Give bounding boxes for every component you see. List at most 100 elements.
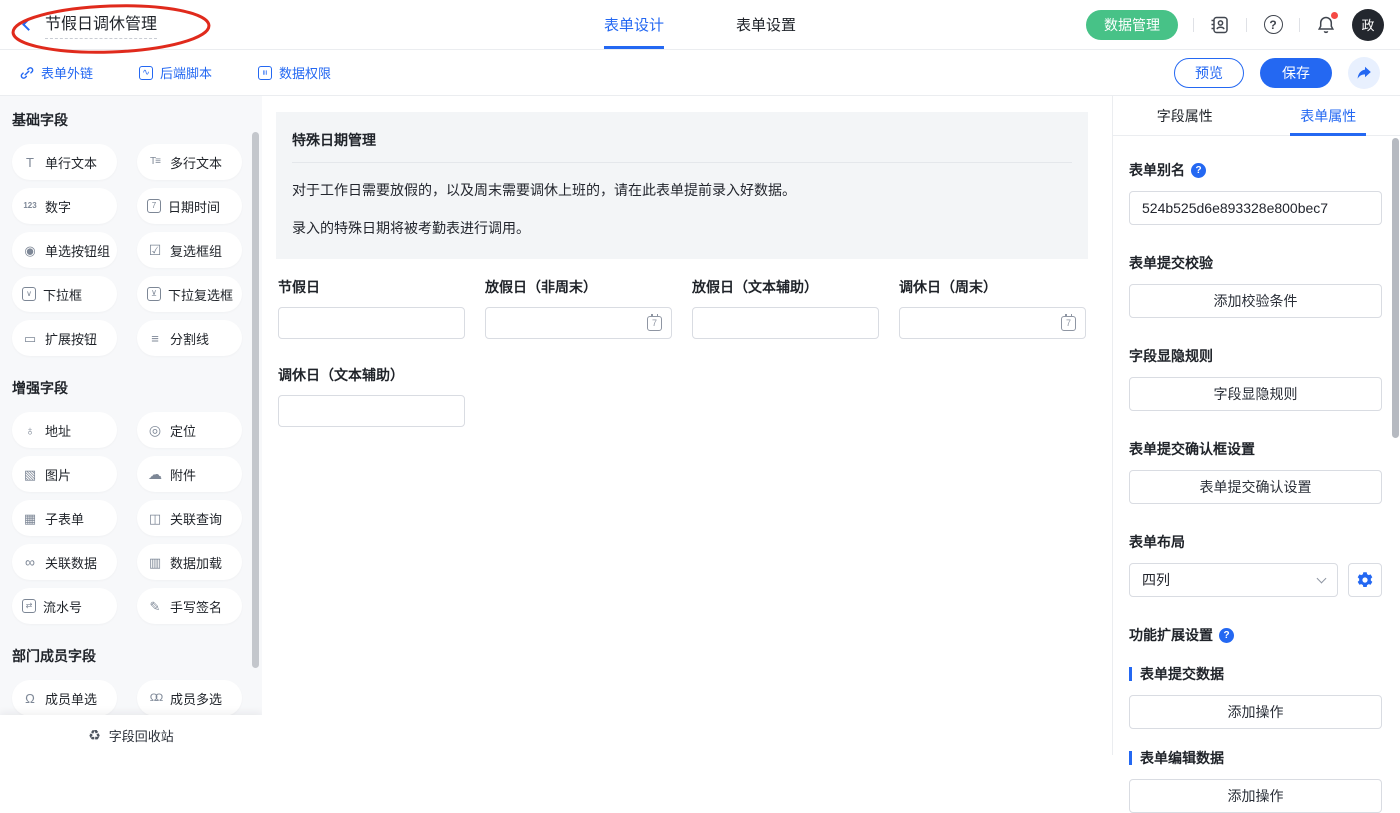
save-button[interactable]: 保存 xyxy=(1260,58,1332,88)
field-pill-label: 分割线 xyxy=(170,329,209,348)
sidebar-pill-grid: ♁地址 ◎定位 ▧图片 ☁附件 ▦子表单 ◫关联查询 ∞关联数据 ▥ 数据加载 ⇄流水号 ✎手写签名 xyxy=(12,412,250,624)
form-field-label: 放假日（文本辅助） xyxy=(692,277,879,297)
field-pill-subform[interactable]: ▦子表单 xyxy=(12,500,117,536)
field-recycle-bin[interactable]: ♻ 字段回收站 xyxy=(0,715,262,755)
tab-form-design[interactable]: 表单设计 xyxy=(604,0,664,49)
tab-form-settings[interactable]: 表单设置 xyxy=(736,0,796,49)
checkbox-group-icon: ☑ xyxy=(147,243,163,257)
contacts-icon[interactable] xyxy=(1209,14,1231,36)
field-pill-checkbox-group[interactable]: ☑ 复选框组 xyxy=(137,232,242,268)
field-pill-number[interactable]: 123数字 xyxy=(12,188,117,224)
data-permission-link[interactable]: ≡ 数据权限 xyxy=(258,63,331,82)
text-input[interactable] xyxy=(278,307,465,339)
sub-label-text: 表单编辑数据 xyxy=(1140,748,1224,768)
field-pill-label: 附件 xyxy=(170,465,196,484)
field-pill-single-line-text[interactable]: T单行文本 xyxy=(12,144,117,180)
help-icon[interactable]: ? xyxy=(1191,163,1206,178)
gear-icon xyxy=(1356,571,1374,589)
form-section-title: 特殊日期管理 xyxy=(292,126,1072,163)
panel-body: 表单别名 ? 524b525d6e893328e800bec7 表单提交校验 添… xyxy=(1113,136,1400,813)
form-alias-section: 表单别名 ? xyxy=(1129,160,1382,180)
tab-form-properties[interactable]: 表单属性 xyxy=(1257,96,1400,135)
data-permission-icon: ≡ xyxy=(258,66,272,80)
back-chevron-icon[interactable] xyxy=(22,18,35,31)
field-pill-member-multi[interactable]: ΩΩ成员多选 xyxy=(137,680,242,716)
form-description-block[interactable]: 特殊日期管理 对于工作日需要放假的，以及周末需要调休上班的，请在此表单提前录入好… xyxy=(276,112,1088,259)
sidebar-scrollbar[interactable] xyxy=(252,132,259,668)
help-icon[interactable]: ? xyxy=(1219,628,1234,643)
field-pill-extend-button[interactable]: ▭扩展按钮 xyxy=(12,320,117,356)
visibility-rules-button[interactable]: 字段显隐规则 xyxy=(1129,377,1382,411)
field-pill-divider[interactable]: ≡分割线 xyxy=(137,320,242,356)
field-pill-linked-data[interactable]: ∞关联数据 xyxy=(12,544,117,580)
topbar-right: 数据管理 ? 政 xyxy=(1086,9,1384,41)
panel-scrollbar[interactable] xyxy=(1392,138,1399,438)
field-pill-label: 复选框组 xyxy=(170,241,222,260)
share-button[interactable] xyxy=(1348,57,1380,89)
datetime-icon: 7 xyxy=(147,199,161,213)
field-pill-datetime[interactable]: 7 日期时间 xyxy=(137,188,242,224)
date-input[interactable]: 7 xyxy=(899,307,1086,339)
signature-pen-icon: ✎ xyxy=(147,600,163,613)
help-icon[interactable]: ? xyxy=(1262,14,1284,36)
add-submit-action-button[interactable]: 添加操作 xyxy=(1129,695,1382,729)
field-pill-label: 数据加载 xyxy=(170,553,222,572)
form-field-label: 调休日（周末） xyxy=(899,277,1086,297)
form-description-line: 对于工作日需要放假的，以及周末需要调休上班的，请在此表单提前录入好数据。 xyxy=(292,180,1072,201)
layout-select[interactable]: 四列 xyxy=(1129,563,1338,597)
field-pill-image[interactable]: ▧图片 xyxy=(12,456,117,492)
field-pill-label: 定位 xyxy=(170,421,196,440)
field-pill-multi-line-text[interactable]: T≡多行文本 xyxy=(137,144,242,180)
field-pill-label: 子表单 xyxy=(45,509,84,528)
field-pill-address-pin[interactable]: ♁地址 xyxy=(12,412,117,448)
field-pill-attachment-cloud[interactable]: ☁附件 xyxy=(137,456,242,492)
sidebar-groups: 基础字段T单行文本T≡多行文本123数字7日期时间◉单选按钮组☑复选框组∨下拉框… xyxy=(12,110,250,716)
link-icon xyxy=(20,66,34,80)
field-pill-location-target[interactable]: ◎定位 xyxy=(137,412,242,448)
field-pill-signature-pen[interactable]: ✎手写签名 xyxy=(137,588,242,624)
field-pill-linked-query[interactable]: ◫关联查询 xyxy=(137,500,242,536)
select-icon: ∨ xyxy=(22,287,36,301)
field-pill-label: 多行文本 xyxy=(170,153,222,172)
add-edit-action-button[interactable]: 添加操作 xyxy=(1129,779,1382,813)
text-input[interactable] xyxy=(692,307,879,339)
extend-button-icon: ▭ xyxy=(22,332,38,345)
form-alias-input[interactable]: 524b525d6e893328e800bec7 xyxy=(1129,191,1382,225)
data-load-icon: ▥ xyxy=(147,556,163,569)
submit-confirm-button[interactable]: 表单提交确认设置 xyxy=(1129,470,1382,504)
add-validation-button[interactable]: 添加校验条件 xyxy=(1129,284,1382,318)
chevron-down-icon xyxy=(1317,573,1327,583)
field-pill-label: 关联查询 xyxy=(170,509,222,528)
data-manage-button[interactable]: 数据管理 xyxy=(1086,10,1178,40)
topbar-tabs: 表单设计 表单设置 xyxy=(604,0,796,49)
field-pill-label: 数字 xyxy=(45,197,71,216)
multi-select-icon: ⊻ xyxy=(147,287,161,301)
sidebar-group-title: 增强字段 xyxy=(12,378,250,398)
field-pill-radio-group[interactable]: ◉单选按钮组 xyxy=(12,232,117,268)
field-pill-select[interactable]: ∨下拉框 xyxy=(12,276,117,312)
member-multi-icon: ΩΩ xyxy=(147,693,163,704)
form-alias-label: 表单别名 xyxy=(1129,160,1185,180)
field-pill-member-single[interactable]: Ω成员单选 xyxy=(12,680,117,716)
backend-script-link[interactable]: ∿ 后端脚本 xyxy=(139,63,212,82)
field-pill-serial-number[interactable]: ⇄流水号 xyxy=(12,588,117,624)
form-external-link[interactable]: 表单外链 xyxy=(20,63,93,82)
field-pill-data-load[interactable]: ▥ 数据加载 xyxy=(137,544,242,580)
recycle-bin-label: 字段回收站 xyxy=(109,726,174,745)
toolbar-links: 表单外链 ∿ 后端脚本 ≡ 数据权限 xyxy=(20,63,331,82)
recycle-icon: ♻ xyxy=(88,727,101,744)
tab-field-properties[interactable]: 字段属性 xyxy=(1113,96,1257,135)
linked-data-icon: ∞ xyxy=(22,555,38,569)
field-pill-label: 日期时间 xyxy=(168,197,220,216)
layout-settings-button[interactable] xyxy=(1348,563,1382,597)
avatar[interactable]: 政 xyxy=(1352,9,1384,41)
sidebar-group-title: 部门成员字段 xyxy=(12,646,250,666)
date-input[interactable]: 7 xyxy=(485,307,672,339)
field-pill-multi-select[interactable]: ⊻下拉复选框 xyxy=(137,276,242,312)
text-input[interactable] xyxy=(278,395,465,427)
field-palette-sidebar: 基础字段T单行文本T≡多行文本123数字7日期时间◉单选按钮组☑复选框组∨下拉框… xyxy=(0,96,262,755)
bell-icon[interactable] xyxy=(1315,14,1337,36)
preview-button[interactable]: 预览 xyxy=(1174,58,1244,88)
page-title[interactable]: 节假日调休管理 xyxy=(45,10,157,39)
form-submit-data-label: 表单提交数据 xyxy=(1129,664,1382,684)
